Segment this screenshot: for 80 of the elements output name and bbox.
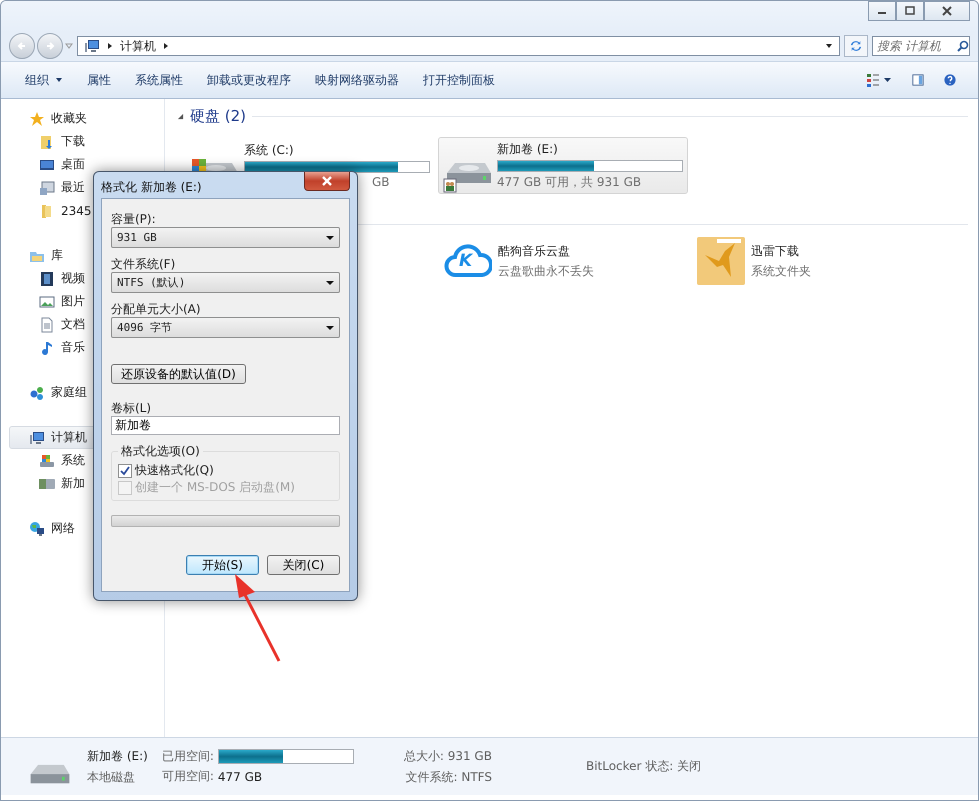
search-icon[interactable] <box>957 40 969 52</box>
dropdown-caret-icon[interactable] <box>326 278 334 286</box>
free-space-value: 477 GB <box>218 770 262 784</box>
address-bar[interactable]: 计算机 <box>77 36 840 56</box>
item-subtitle: 系统文件夹 <box>751 262 811 280</box>
location-item[interactable]: K 酷狗音乐云盘 云盘歌曲永不丢失 <box>438 233 688 289</box>
sidebar-item[interactable]: 桌面 <box>1 153 164 176</box>
refresh-icon[interactable] <box>850 40 862 52</box>
volume-label-field[interactable]: 新加卷 <box>111 416 340 435</box>
computer-icon <box>29 430 45 446</box>
drive-free-space: GB <box>372 175 390 189</box>
toolbar-button[interactable]: 组织 <box>15 68 73 92</box>
help-icon[interactable] <box>944 74 956 86</box>
location-item[interactable]: 迅雷下载 系统文件夹 <box>691 233 941 289</box>
field-label: 容量(P): <box>111 211 157 227</box>
folder-icon <box>39 134 55 150</box>
close-button[interactable] <box>924 1 970 21</box>
item-title: 酷狗音乐云盘 <box>498 242 571 260</box>
minimize-button[interactable] <box>868 1 896 21</box>
homegroup-icon <box>29 384 45 400</box>
drive-icon <box>39 452 55 468</box>
drive-name: 系统 (C:) <box>244 142 295 159</box>
search-field[interactable]: 搜索 计算机 <box>872 36 970 56</box>
dialog-button[interactable]: 关闭(C) <box>267 555 340 575</box>
dropdown[interactable]: 931 GB <box>111 227 340 248</box>
file-system-text: 文件系统: NTFS <box>405 768 492 786</box>
recent-icon <box>39 180 55 196</box>
toolbar-button[interactable]: 映射网络驱动器 <box>305 68 409 92</box>
checkbox-label[interactable]: 快速格式化(Q) <box>135 462 214 479</box>
dropdown-caret-icon[interactable] <box>326 324 334 332</box>
dialog-button[interactable]: 开始(S) <box>186 555 259 575</box>
collapse-triangle-icon[interactable] <box>177 112 184 120</box>
status-drive-name: 新加卷 (E:) <box>87 748 148 764</box>
total-size-text: 总大小: 931 GB <box>404 748 492 764</box>
picture-icon <box>39 294 55 310</box>
drive-free-space: 477 GB 可用，共 931 GB <box>497 174 642 190</box>
dropdown-caret-icon[interactable] <box>326 234 334 242</box>
dialog-close-button[interactable] <box>304 172 350 191</box>
maximize-icon[interactable] <box>904 5 916 17</box>
toolbar-button[interactable]: 打开控制面板 <box>413 68 505 92</box>
close-icon[interactable] <box>941 5 953 17</box>
dropdown[interactable]: 4096 字节 <box>111 317 340 338</box>
section-title: 硬盘 (2) <box>190 106 246 126</box>
field-label: 文件系统(F) <box>111 256 176 272</box>
view-list-icon[interactable] <box>866 73 892 87</box>
music-note-icon <box>39 340 55 356</box>
dropdown-caret-icon[interactable] <box>825 42 833 50</box>
network-icon <box>29 520 45 536</box>
maximize-button[interactable] <box>896 1 924 21</box>
chevron-icon[interactable] <box>162 42 170 50</box>
field-label: 卷标(L) <box>111 400 152 416</box>
toolbar-button[interactable]: 属性 <box>77 68 121 92</box>
sidebar-item[interactable]: 网络 <box>1 517 164 540</box>
item-subtitle: 云盘歌曲永不丢失 <box>498 262 594 280</box>
preview-pane-icon[interactable] <box>912 74 924 86</box>
film-icon <box>39 270 55 286</box>
star-icon <box>29 110 45 126</box>
bitlocker-status-text: BitLocker 状态: 关闭 <box>586 758 702 775</box>
toolbar-button[interactable]: 系统属性 <box>125 68 193 92</box>
sidebar-item[interactable]: 下载 <box>1 130 164 153</box>
field-label: 分配单元大小(A) <box>111 301 202 317</box>
drive-tile[interactable]: 新加卷 (E:) 477 GB 可用，共 931 GB <box>438 137 688 194</box>
document-icon <box>39 316 55 332</box>
sidebar-item[interactable]: 收藏夹 <box>1 107 164 130</box>
dialog-title: 格式化 新加卷 (E:) <box>101 179 202 196</box>
bird-folder-icon <box>697 237 745 285</box>
free-space-label: 可用空间: <box>162 768 214 785</box>
path-segment[interactable]: 计算机 <box>120 38 156 54</box>
computer-icon <box>84 38 100 54</box>
sidebar-item[interactable]: 音乐 <box>1 336 164 359</box>
status-drive-type: 本地磁盘 <box>87 768 136 786</box>
caret-icon[interactable] <box>55 76 63 84</box>
used-space-label: 已用空间: <box>162 748 214 765</box>
restore-defaults-button[interactable]: 还原设备的默认值(D) <box>111 364 246 384</box>
toolbar-button[interactable]: 卸载或更改程序 <box>197 68 301 92</box>
chevron-icon[interactable] <box>106 42 114 50</box>
refresh-button[interactable] <box>844 35 868 57</box>
item-title: 迅雷下载 <box>751 242 800 260</box>
drive-name: 新加卷 (E:) <box>497 140 559 158</box>
dropdown[interactable]: NTFS (默认) <box>111 272 340 293</box>
